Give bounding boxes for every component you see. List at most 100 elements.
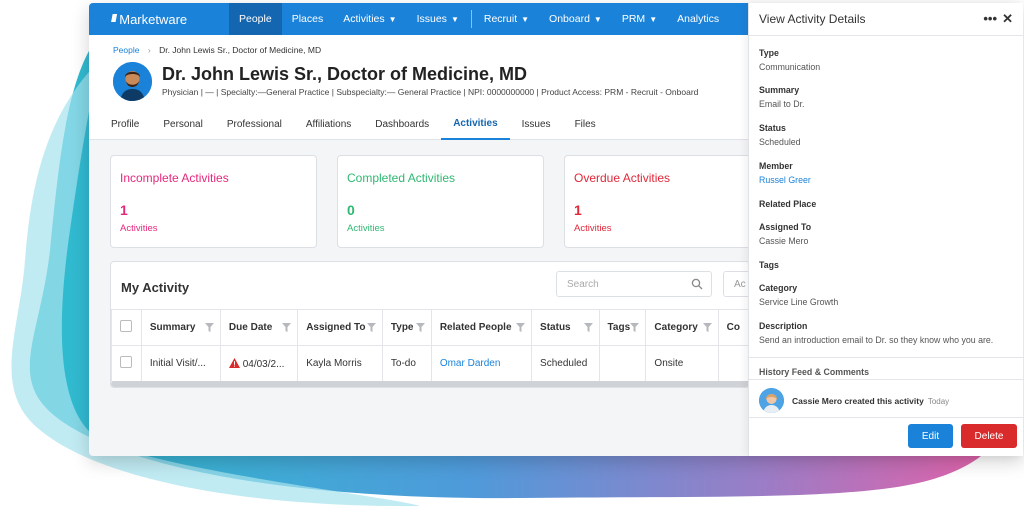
breadcrumb-people-link[interactable]: People bbox=[113, 45, 139, 55]
field-value: Cassie Mero bbox=[759, 236, 809, 246]
filter-icon[interactable] bbox=[630, 323, 640, 332]
incomplete-activities-card[interactable]: Incomplete Activities 1 Activities bbox=[110, 155, 317, 248]
history-text: Cassie Mero created this activity bbox=[792, 396, 924, 406]
nav-label: Issues bbox=[416, 13, 447, 25]
divider bbox=[749, 379, 1024, 380]
nav-item-onboard[interactable]: Onboard ▼ bbox=[539, 3, 612, 35]
column-summary[interactable]: Summary bbox=[140, 309, 221, 346]
column-co[interactable]: Co bbox=[717, 309, 749, 346]
related-person-link[interactable]: Omar Darden bbox=[440, 358, 501, 369]
nav-label: People bbox=[239, 13, 272, 25]
field-label: Type bbox=[759, 48, 779, 58]
filter-icon[interactable] bbox=[516, 323, 526, 332]
card-unit: Activities bbox=[120, 223, 158, 234]
nav-item-people[interactable]: People bbox=[229, 3, 282, 35]
nav-label: Recruit bbox=[483, 13, 518, 25]
card-title: Incomplete Activities bbox=[120, 171, 229, 185]
search-icon bbox=[691, 278, 703, 290]
card-count: 1 bbox=[120, 202, 128, 218]
warning-icon bbox=[228, 357, 240, 368]
overdue-activities-card[interactable]: Overdue Activities 1 Activities bbox=[564, 155, 771, 248]
field-value[interactable]: Russel Greer bbox=[759, 175, 811, 185]
column-category[interactable]: Category bbox=[645, 309, 719, 346]
column-type[interactable]: Type bbox=[381, 309, 432, 346]
profile-header: People › Dr. John Lewis Sr., Doctor of M… bbox=[89, 35, 749, 109]
card-count: 1 bbox=[574, 202, 582, 218]
avatar bbox=[759, 388, 784, 413]
my-activity-title: My Activity bbox=[121, 280, 190, 295]
chevron-down-icon: ▼ bbox=[388, 14, 397, 24]
tab-files[interactable]: Files bbox=[563, 109, 608, 140]
field-status: Status Scheduled bbox=[759, 123, 801, 147]
card-title: Overdue Activities bbox=[574, 171, 671, 185]
my-activity-panel: My Activity Search Ac Summary Due Date A… bbox=[110, 261, 750, 388]
field-label: Category bbox=[759, 283, 798, 293]
nav-item-recruit[interactable]: Recruit ▼ bbox=[474, 3, 539, 35]
delete-button[interactable]: Delete bbox=[961, 424, 1017, 448]
nav-item-prm[interactable]: PRM ▼ bbox=[612, 3, 667, 35]
field-value: Scheduled bbox=[759, 137, 801, 147]
nav-item-places[interactable]: Places bbox=[282, 3, 334, 35]
tab-activities[interactable]: Activities bbox=[441, 109, 510, 140]
nav-item-analytics[interactable]: Analytics bbox=[667, 3, 729, 35]
doctor-avatar-icon bbox=[113, 62, 152, 101]
field-related-place: Related Place bbox=[759, 199, 816, 209]
tab-dashboards[interactable]: Dashboards bbox=[363, 109, 441, 140]
tab-profile[interactable]: Profile bbox=[99, 109, 151, 140]
more-options-icon[interactable]: ••• bbox=[983, 11, 997, 26]
nav-item-issues[interactable]: Issues ▼ bbox=[407, 3, 469, 35]
field-label: Assigned To bbox=[759, 222, 812, 232]
divider bbox=[749, 357, 1024, 358]
field-value: Email to Dr. bbox=[759, 99, 805, 109]
cell-category: Onsite bbox=[645, 345, 719, 382]
activity-table: Summary Due Date Assigned To Type Relate… bbox=[111, 309, 749, 382]
panel-header: View Activity Details ••• ✕ bbox=[749, 3, 1023, 36]
search-input[interactable]: Search bbox=[556, 271, 712, 297]
filter-icon[interactable] bbox=[583, 323, 593, 332]
cell-tags bbox=[598, 345, 647, 382]
field-summary: Summary Email to Dr. bbox=[759, 85, 804, 109]
field-assigned-to: Assigned To Cassie Mero bbox=[759, 222, 811, 246]
column-due-date[interactable]: Due Date bbox=[219, 309, 299, 346]
filter-icon[interactable] bbox=[366, 323, 376, 332]
column-tags[interactable]: Tags bbox=[598, 309, 647, 346]
breadcrumb: People › Dr. John Lewis Sr., Doctor of M… bbox=[113, 45, 321, 55]
filter-icon[interactable] bbox=[204, 323, 214, 332]
horizontal-scrollbar[interactable] bbox=[111, 381, 749, 387]
column-related-people[interactable]: Related People bbox=[430, 309, 533, 346]
tab-professional[interactable]: Professional bbox=[215, 109, 294, 140]
actions-button[interactable]: Ac bbox=[723, 271, 749, 297]
filter-icon[interactable] bbox=[702, 323, 712, 332]
history-title: History Feed & Comments bbox=[759, 367, 869, 377]
nav-item-activities[interactable]: Activities ▼ bbox=[333, 3, 406, 35]
column-assigned-to[interactable]: Assigned To bbox=[297, 309, 383, 346]
select-all-checkbox[interactable] bbox=[120, 320, 132, 332]
table-row[interactable]: Initial Visit/... 04/03/2... Kayla Morri… bbox=[111, 345, 749, 382]
activity-details-panel: View Activity Details ••• ✕ Type Communic… bbox=[748, 3, 1024, 456]
chevron-down-icon: ▼ bbox=[593, 14, 602, 24]
profile-tabs: Profile Personal Professional Affiliations D… bbox=[89, 109, 749, 140]
row-checkbox[interactable] bbox=[120, 356, 132, 368]
column-status[interactable]: Status bbox=[531, 309, 600, 346]
divider bbox=[749, 417, 1024, 418]
tab-issues[interactable]: Issues bbox=[510, 109, 563, 140]
field-label: Description bbox=[759, 321, 808, 331]
filter-icon[interactable] bbox=[415, 323, 425, 332]
breadcrumb-current: Dr. John Lewis Sr., Doctor of Medicine, … bbox=[159, 45, 322, 55]
filter-icon[interactable] bbox=[282, 323, 292, 332]
marketware-logo[interactable]: //// Marketware bbox=[89, 3, 229, 35]
logo-text: Marketware bbox=[119, 11, 188, 27]
edit-button[interactable]: Edit bbox=[908, 424, 953, 448]
tab-affiliations[interactable]: Affiliations bbox=[294, 109, 363, 140]
field-label: Member bbox=[759, 161, 793, 171]
chevron-down-icon: ▼ bbox=[649, 14, 658, 24]
breadcrumb-separator-icon: › bbox=[147, 45, 151, 55]
tab-personal[interactable]: Personal bbox=[151, 109, 214, 140]
field-description: Description Send an introduction email to… bbox=[759, 321, 993, 345]
close-icon[interactable]: ✕ bbox=[1002, 11, 1013, 27]
completed-activities-card[interactable]: Completed Activities 0 Activities bbox=[337, 155, 544, 248]
field-value: Communication bbox=[759, 62, 821, 72]
card-unit: Activities bbox=[574, 223, 612, 234]
row-select-cell bbox=[111, 345, 142, 382]
nav-label: Activities bbox=[343, 13, 385, 25]
